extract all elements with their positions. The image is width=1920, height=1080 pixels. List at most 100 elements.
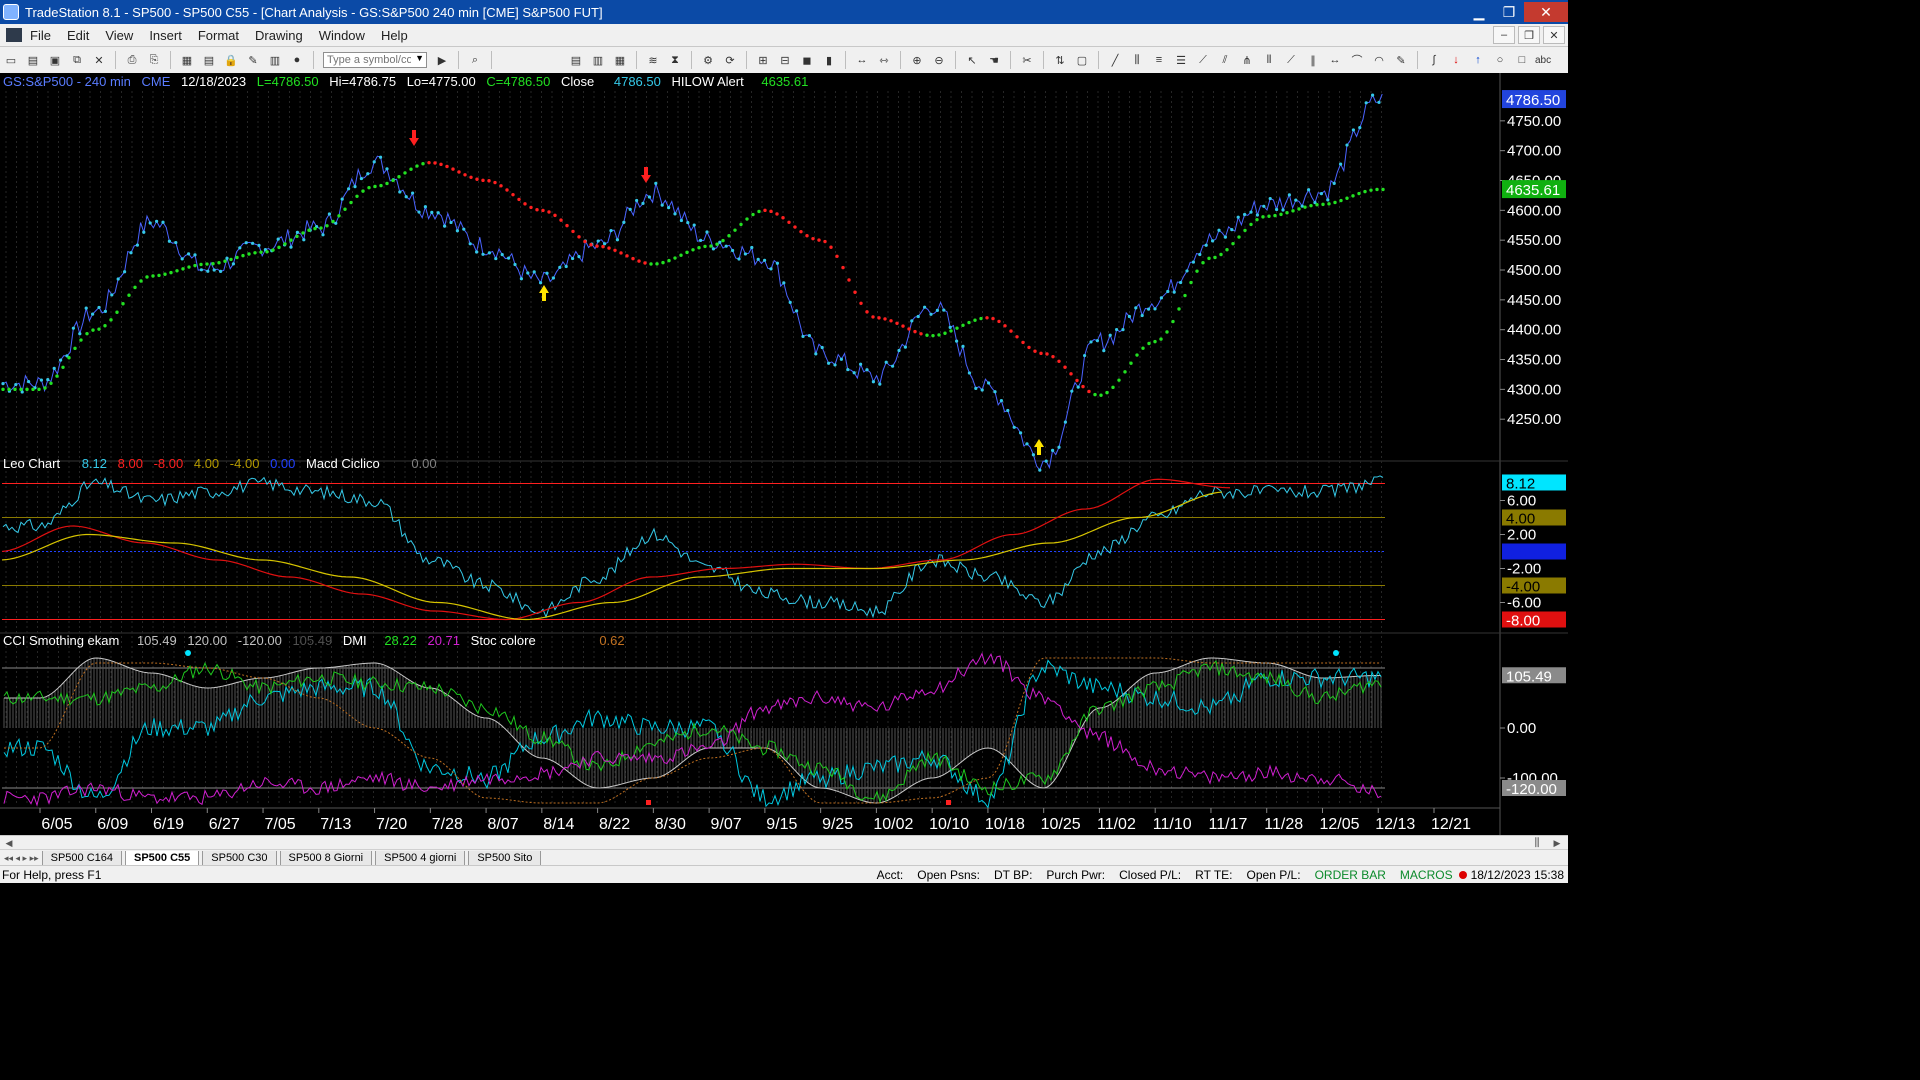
status-order-bar[interactable]: ORDER BAR xyxy=(1315,868,1386,882)
fan-icon[interactable]: ◠ xyxy=(1370,51,1388,69)
gann-fan-icon[interactable]: ⟋ xyxy=(1194,51,1212,69)
rectangle-icon[interactable]: □ xyxy=(1513,51,1531,69)
save-icon[interactable]: ▣ xyxy=(46,51,64,69)
candle-icon[interactable]: ⊟ xyxy=(776,51,794,69)
hilow-point xyxy=(445,164,449,169)
bar-spacing-icon[interactable]: ↔ xyxy=(853,51,871,69)
curve-icon[interactable]: ∫ xyxy=(1425,51,1443,69)
horizontal-line-icon[interactable]: ≡ xyxy=(1150,51,1168,69)
menu-view[interactable]: View xyxy=(105,28,133,43)
tab-sp500-sito[interactable]: SP500 Sito xyxy=(468,850,542,866)
menu-format[interactable]: Format xyxy=(198,28,239,43)
color-icon[interactable]: ● xyxy=(288,51,306,69)
tools-icon[interactable]: ✂ xyxy=(1018,51,1036,69)
ohlc-icon[interactable]: ◼ xyxy=(798,51,816,69)
new-icon[interactable]: ▭ xyxy=(2,51,20,69)
symbol-input-field[interactable] xyxy=(327,54,411,66)
data-window-icon[interactable]: ▦ xyxy=(611,51,629,69)
scroll-bars-icon[interactable]: ⫼ xyxy=(1530,836,1544,850)
arrow-down-icon[interactable]: ↓ xyxy=(1447,51,1465,69)
scan-icon[interactable]: ⚙ xyxy=(699,51,717,69)
close-point xyxy=(1115,327,1119,332)
pencil-icon[interactable]: ✎ xyxy=(244,51,262,69)
mdi-close-button[interactable]: ✕ xyxy=(1543,26,1565,44)
menu-edit[interactable]: Edit xyxy=(67,28,89,43)
tab-sp500-c164[interactable]: SP500 C164 xyxy=(41,850,122,866)
close-point xyxy=(1326,198,1330,202)
tab-sp500-c30[interactable]: SP500 C30 xyxy=(202,850,277,866)
tab-sp500-4-giorni[interactable]: SP500 4 giorni xyxy=(375,850,466,866)
vertical-lines-icon[interactable]: ⫼ xyxy=(1128,51,1146,69)
chart-setup-icon[interactable]: ⇅ xyxy=(1051,51,1069,69)
mdi-restore-button[interactable]: ❐ xyxy=(1518,26,1540,44)
menu-file[interactable]: File xyxy=(30,28,51,43)
arrow-width-icon[interactable]: ↔ xyxy=(1326,51,1344,69)
tab-nav-icons[interactable]: ◂◂ ◂ ▸ ▸▸ xyxy=(4,853,39,864)
price-tick-label: 4350.00 xyxy=(1507,352,1561,369)
open-icon[interactable]: ▤ xyxy=(24,51,42,69)
format-window-icon[interactable]: ▤ xyxy=(567,51,585,69)
close-button[interactable]: ✕ xyxy=(1524,2,1568,22)
delete-icon[interactable]: ✕ xyxy=(90,51,108,69)
fibonacci-icon[interactable]: ☰ xyxy=(1172,51,1190,69)
restore-button[interactable]: ❐ xyxy=(1494,2,1524,22)
indicator-icon[interactable]: ≋ xyxy=(644,51,662,69)
template-icon[interactable]: ▢ xyxy=(1073,51,1091,69)
window-title: TradeStation 8.1 - SP500 - SP500 C55 - [… xyxy=(25,4,603,20)
trendline-icon[interactable]: ╱ xyxy=(1106,51,1124,69)
horizontal-scrollbar[interactable]: ◀ ⫼ ▶ xyxy=(0,835,1568,850)
print-icon[interactable]: ⎙ xyxy=(123,51,141,69)
close-point xyxy=(999,399,1004,403)
play-icon[interactable]: ▶ xyxy=(433,51,451,69)
scroll-icon[interactable]: ⇿ xyxy=(875,51,893,69)
text-tool-icon[interactable]: abc xyxy=(1535,51,1551,69)
chevron-down-icon[interactable]: ▼ xyxy=(415,53,424,63)
print-preview-icon[interactable]: ⎘ xyxy=(145,51,163,69)
ellipse-icon[interactable]: ○ xyxy=(1491,51,1509,69)
hilow-point xyxy=(1207,256,1211,261)
zoom-in-icon[interactable]: ⊕ xyxy=(908,51,926,69)
arc-icon[interactable]: ⌒ xyxy=(1348,51,1366,69)
pen-icon[interactable]: ✎ xyxy=(1392,51,1410,69)
status-macros[interactable]: MACROS xyxy=(1400,868,1453,882)
regression-channel-icon[interactable]: ⟋ xyxy=(1282,51,1300,69)
lock-icon[interactable]: 🔒 xyxy=(222,51,240,69)
mdi-minimize-button[interactable]: – xyxy=(1493,26,1515,44)
scroll-left-icon[interactable]: ◀ xyxy=(2,836,16,850)
candlestick-icon[interactable]: ▮ xyxy=(820,51,838,69)
tab-sp500-8-giorni[interactable]: SP500 8 Giorni xyxy=(279,850,373,866)
close-point xyxy=(1332,181,1336,185)
zoom-out-icon[interactable]: ⊖ xyxy=(930,51,948,69)
menu-insert[interactable]: Insert xyxy=(149,28,182,43)
symbol-input[interactable]: ▼ xyxy=(323,52,427,68)
close-point xyxy=(1140,313,1144,318)
symbol-lookup-icon[interactable]: ⌕ xyxy=(466,51,484,69)
refresh-icon[interactable]: ⟳ xyxy=(721,51,739,69)
menu-window[interactable]: Window xyxy=(319,28,365,43)
speed-lines-icon[interactable]: ⫽ xyxy=(1216,51,1234,69)
document-icon[interactable] xyxy=(6,28,22,42)
menu-drawing[interactable]: Drawing xyxy=(255,28,303,43)
print-setup-icon[interactable]: ▥ xyxy=(266,51,284,69)
time-tick-label: 8/22 xyxy=(599,816,630,833)
tab-sp500-c55[interactable]: SP500 C55 xyxy=(125,850,200,866)
format-symbol-icon[interactable]: ▥ xyxy=(589,51,607,69)
hilow-point xyxy=(685,250,689,255)
chart-canvas[interactable]: 4750.004700.004650.004600.004550.004500.… xyxy=(0,73,1568,835)
arrow-up-icon[interactable]: ↑ xyxy=(1469,51,1487,69)
menu-help[interactable]: Help xyxy=(381,28,408,43)
window-icon[interactable]: ▦ xyxy=(178,51,196,69)
scroll-right-icon[interactable]: ▶ xyxy=(1550,836,1564,850)
pointer-icon[interactable]: ↖ xyxy=(963,51,981,69)
hand-pointer-icon[interactable]: ☚ xyxy=(985,51,1003,69)
andrews-pitchfork-icon[interactable]: ⋔ xyxy=(1238,51,1256,69)
hilow-point xyxy=(469,175,473,179)
fib-time-zones-icon[interactable]: ⦀ xyxy=(1260,51,1278,69)
parallel-lines-icon[interactable]: ∥ xyxy=(1304,51,1322,69)
copy-icon[interactable]: ⧉ xyxy=(68,51,86,69)
strategy-icon[interactable]: ⧗ xyxy=(666,51,684,69)
minimize-button[interactable]: ▁ xyxy=(1464,2,1494,22)
bar-chart-icon[interactable]: ⊞ xyxy=(754,51,772,69)
window-link-icon[interactable]: ▤ xyxy=(200,51,218,69)
chart-analysis-window[interactable]: 4750.004700.004650.004600.004550.004500.… xyxy=(0,73,1568,835)
